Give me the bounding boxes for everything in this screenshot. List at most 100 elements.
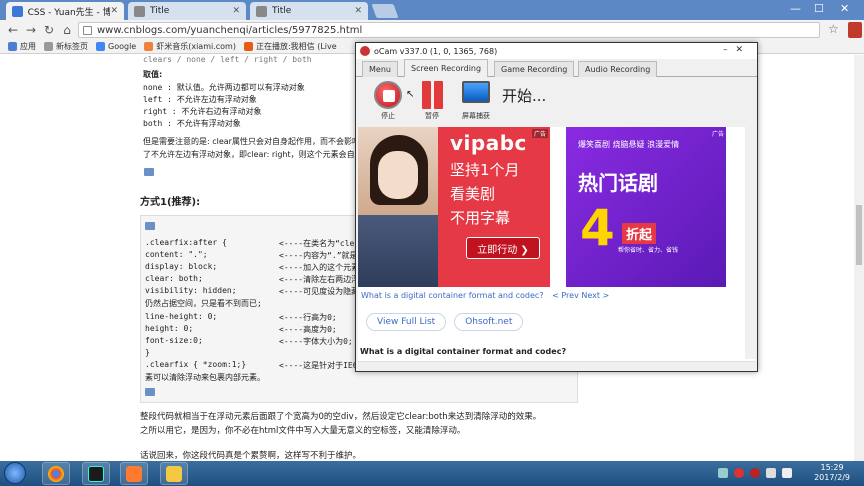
tray-icon[interactable] (718, 468, 728, 478)
tab-screen-recording[interactable]: Screen Recording (404, 59, 489, 77)
ad-headline: 坚持1个月 (450, 161, 520, 179)
page-scrollbar[interactable] (854, 55, 864, 461)
bookmark-xiami[interactable]: 虾米音乐(xiami.com) (144, 41, 236, 52)
clock-time: 15:29 (820, 463, 844, 472)
close-icon[interactable]: ✕ (110, 6, 118, 16)
close-window-icon[interactable]: ✕ (840, 2, 849, 15)
system-clock[interactable]: 15:29 2017/2/9 (814, 463, 850, 483)
tray-icon[interactable] (734, 468, 744, 478)
browser-tab-bar: CSS - Yuan先生 - 博客园 ✕ Title ✕ Title ✕ — ☐… (0, 0, 864, 20)
code-line: .clearfix { *zoom:1;} (145, 360, 247, 369)
code-line: .clearfix:after { (145, 238, 227, 247)
ad-cta-button[interactable]: 立即行动 ❯ (466, 237, 540, 259)
ocam-title-bar[interactable]: oCam v337.0 (1, 0, 1365, 768) –✕ (356, 43, 757, 59)
article-link[interactable]: What is a digital container format and c… (361, 291, 544, 300)
ad-headline: 不用字幕 (450, 209, 511, 227)
play-icon (243, 42, 253, 51)
taskbar-pycharm[interactable] (82, 462, 110, 485)
ocam-window-controls[interactable]: –✕ (723, 45, 751, 55)
faq-question: What is a digital container format and c… (360, 347, 567, 356)
ocam-toolbar: 停止 ↖ 暂停 屏幕捕获 开始... (356, 77, 757, 127)
tab-title-2[interactable]: Title ✕ (250, 2, 368, 20)
ohsoft-link-button[interactable]: Ohsoft.net (454, 313, 524, 331)
url-text: www.cnblogs.com/yuanchenqi/articles/5977… (97, 24, 363, 36)
drama-ad[interactable]: 爆笑喜剧 烧脑悬疑 浪漫爱情 热门话剧 4 折起 帮你省时、省力、省钱 广告 (566, 127, 726, 287)
taskbar-app[interactable] (120, 462, 148, 485)
cnblogs-favicon-icon (12, 5, 23, 17)
tab-menu[interactable]: Menu (362, 61, 398, 77)
values-heading: 取值: (143, 70, 163, 79)
new-tab-button[interactable] (371, 4, 399, 18)
code-comment: <----可见度设为隐藏 (279, 287, 360, 296)
copy-code-icon[interactable] (145, 388, 155, 396)
ad-headline: 看美剧 (450, 185, 496, 203)
tab-game-recording[interactable]: Game Recording (494, 61, 575, 77)
screen-capture-button[interactable]: 屏幕捕获 (458, 81, 494, 121)
view-full-list-button[interactable]: View Full List (366, 313, 447, 331)
tab-title: Title (272, 6, 292, 16)
note-text: 了不允许左边有浮动对象，即clear: right，则这个元素会自 (143, 150, 355, 159)
code-comment: <----字体大小为0; (279, 337, 353, 346)
tab-title: CSS - Yuan先生 - 博客园 (27, 7, 111, 18)
ocam-link-buttons: View Full List Ohsoft.net (366, 313, 524, 331)
code-line: visibility: hidden; (145, 286, 237, 295)
tab-title-1[interactable]: Title ✕ (128, 2, 246, 20)
page-icon (44, 42, 53, 51)
ad-model-image (358, 127, 438, 287)
ocam-tab-strip: Menu Screen Recording Game Recording Aud… (356, 59, 757, 77)
apps-icon (8, 42, 17, 51)
record-indicator-icon[interactable] (750, 468, 760, 478)
taskbar-explorer[interactable] (160, 462, 188, 485)
copy-code-icon[interactable] (145, 222, 155, 230)
code-line: } (145, 348, 150, 357)
page-info-icon (83, 25, 92, 35)
close-icon[interactable]: ✕ (232, 6, 240, 16)
ocam-title: oCam v337.0 (1, 0, 1365, 768) (374, 46, 498, 56)
bookmark-apps[interactable]: 应用 (8, 41, 36, 52)
forward-arrow-icon[interactable]: → (22, 23, 40, 37)
prev-next-nav[interactable]: < Prev Next > (552, 291, 609, 300)
minimize-icon[interactable]: — (790, 2, 801, 15)
back-arrow-icon[interactable]: ← (4, 23, 22, 37)
code-comment: <----内容为“.”就是一 (279, 251, 366, 260)
taskbar-chrome[interactable] (42, 462, 70, 485)
windows-start-icon[interactable] (4, 462, 26, 484)
bookmark-new-tab[interactable]: 新标签页 (44, 41, 88, 52)
pause-button[interactable]: 暂停 (414, 81, 450, 121)
code-line: line-height: 0; (145, 312, 218, 321)
maximize-icon[interactable]: ☐ (814, 2, 824, 15)
ocam-app-icon (360, 46, 370, 56)
bookmark-now-playing[interactable]: 正在播放:我相信 (Live (243, 41, 337, 52)
code-line: clears / none / left / right / both (143, 55, 312, 64)
close-icon[interactable]: ✕ (354, 6, 362, 16)
bookmark-star-icon[interactable]: ☆ (828, 22, 839, 36)
network-icon[interactable] (766, 468, 776, 478)
record-stop-icon (374, 81, 402, 109)
scrollbar-thumb[interactable] (856, 205, 862, 265)
ocam-vertical-scrollbar[interactable] (745, 127, 755, 359)
tab-audio-recording[interactable]: Audio Recording (578, 61, 658, 77)
tab-css-yuan[interactable]: CSS - Yuan先生 - 博客园 ✕ (6, 2, 124, 20)
code-line: content: "."; (145, 250, 208, 259)
code-comment: <----加入的这个元素转 (279, 263, 368, 272)
vipabc-ad[interactable]: vipabc 坚持1个月 看美剧 不用字幕 立即行动 ❯ 广告 (358, 127, 550, 287)
pycharm-icon (88, 465, 104, 482)
bookmark-google[interactable]: Google (96, 42, 136, 51)
extension-icon[interactable] (848, 22, 862, 38)
volume-icon[interactable] (782, 468, 792, 478)
code-line: height: 0; (145, 324, 194, 333)
address-bar[interactable]: www.cnblogs.com/yuanchenqi/articles/5977… (78, 22, 820, 38)
code-comment: <----行高为0; (279, 313, 337, 322)
tab-title: Title (150, 6, 170, 16)
ad-headline: 热门话剧 (578, 171, 658, 195)
code-line: clear: both; (145, 274, 203, 283)
value-line: right : 不允许右边有浮动对象 (143, 107, 262, 116)
ocam-horizontal-scrollbar[interactable] (358, 361, 755, 371)
code-comment: <----这是针对于IE6 (279, 361, 358, 370)
clock-date: 2017/2/9 (814, 473, 850, 482)
home-icon[interactable]: ⌂ (58, 23, 76, 37)
stop-button[interactable]: 停止 (370, 81, 406, 121)
reload-icon[interactable]: ↻ (40, 23, 58, 37)
code-line: 仍然占据空间，只是看不到而已; (145, 299, 262, 308)
copy-code-icon[interactable] (144, 168, 154, 176)
